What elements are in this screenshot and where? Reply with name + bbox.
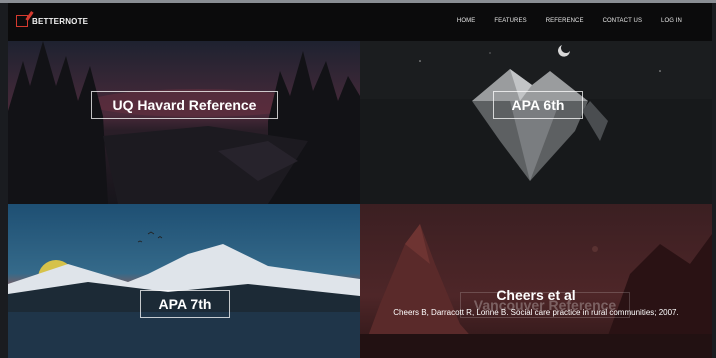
- uq-harvard-label: UQ Havard Reference: [91, 91, 278, 119]
- vancouver-tile[interactable]: Vancouver Reference Cheers et al Cheers …: [360, 204, 712, 358]
- red-mountain-background: [360, 204, 712, 358]
- forest-night-background: [8, 41, 360, 204]
- apa7-tile[interactable]: APA 7th: [8, 204, 360, 358]
- nav-contact-link[interactable]: CONTACT US: [603, 18, 642, 24]
- brand-logo[interactable]: BETTERNOTE: [16, 15, 88, 27]
- top-navbar: BETTERNOTE HOME FEATURES REFERENCE CONTA…: [8, 3, 712, 41]
- citation-title: Cheers et al: [496, 287, 576, 303]
- notebook-pencil-icon: [16, 15, 28, 27]
- nav-features-link[interactable]: FEATURES: [494, 18, 526, 24]
- nav-home-link[interactable]: HOME: [457, 18, 475, 24]
- apa7-label: APA 7th: [140, 290, 230, 318]
- iceberg-background: [360, 41, 712, 204]
- apa6-tile[interactable]: APA 6th: [360, 41, 712, 204]
- apa6-label: APA 6th: [493, 91, 583, 119]
- citation-text: Cheers B, Darracott R, Lonne B. Social c…: [393, 308, 679, 317]
- nav-reference-link[interactable]: REFERENCE: [546, 18, 584, 24]
- uq-harvard-tile[interactable]: UQ Havard Reference: [8, 41, 360, 204]
- nav-login-link[interactable]: LOG IN: [661, 18, 682, 24]
- brand-name: BETTERNOTE: [32, 16, 89, 26]
- main-nav: HOME FEATURES REFERENCE CONTACT US LOG I…: [457, 18, 682, 24]
- sunset-mountain-background: [8, 204, 360, 358]
